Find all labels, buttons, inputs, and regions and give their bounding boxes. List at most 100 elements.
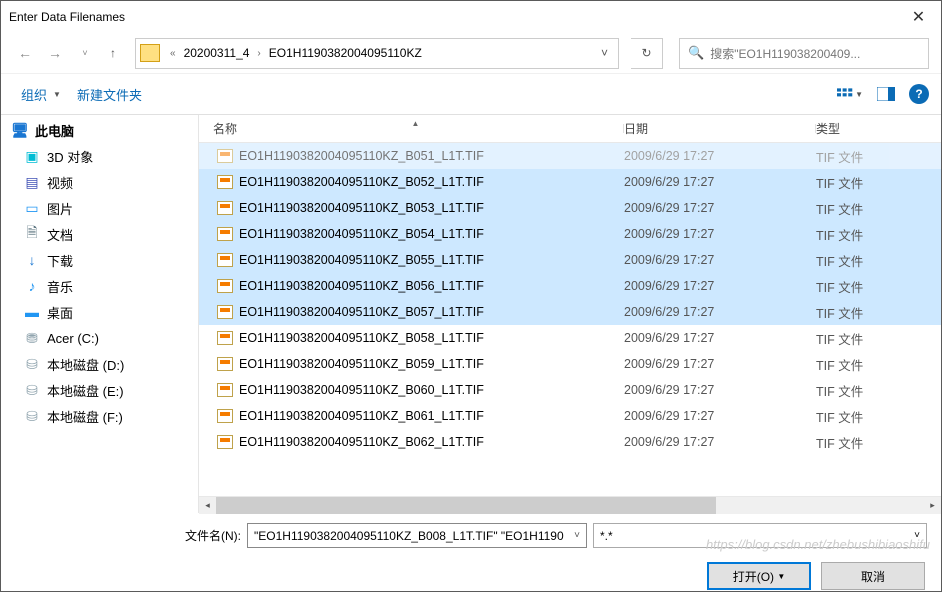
file-row[interactable]: EO1H1190382004095110KZ_B059_L1T.TIF 2009/… bbox=[199, 351, 941, 377]
window-title: Enter Data Filenames bbox=[9, 10, 896, 24]
file-name: EO1H1190382004095110KZ_B051_L1T.TIF bbox=[239, 149, 484, 163]
file-date: 2009/6/29 17:27 bbox=[624, 201, 816, 215]
file-type: TIF 文件 bbox=[816, 355, 941, 374]
tif-file-icon bbox=[217, 357, 233, 371]
file-type: TIF 文件 bbox=[816, 147, 941, 166]
breadcrumb-dropdown[interactable]: ˅ bbox=[595, 46, 614, 60]
cancel-button[interactable]: 取消 bbox=[821, 562, 925, 590]
file-date: 2009/6/29 17:27 bbox=[624, 149, 816, 163]
ic-drive-icon: ⛁ bbox=[23, 382, 41, 398]
file-type: TIF 文件 bbox=[816, 433, 941, 452]
col-date[interactable]: 日期 bbox=[624, 120, 816, 137]
chevron-down-icon: ▼ bbox=[53, 90, 61, 99]
file-name: EO1H1190382004095110KZ_B061_L1T.TIF bbox=[239, 409, 484, 423]
tree-item[interactable]: ♪音乐 bbox=[1, 273, 198, 299]
file-date: 2009/6/29 17:27 bbox=[624, 279, 816, 293]
file-row[interactable]: EO1H1190382004095110KZ_B057_L1T.TIF 2009/… bbox=[199, 299, 941, 325]
view-options-button[interactable]: ▼ bbox=[837, 83, 863, 105]
ic-music-icon: ♪ bbox=[23, 278, 41, 294]
file-name: EO1H1190382004095110KZ_B055_L1T.TIF bbox=[239, 253, 484, 267]
ic-dl-icon: ↓ bbox=[23, 252, 41, 268]
file-row[interactable]: EO1H1190382004095110KZ_B060_L1T.TIF2009/… bbox=[199, 377, 941, 403]
scroll-thumb[interactable] bbox=[216, 497, 716, 514]
file-name: EO1H1190382004095110KZ_B056_L1T.TIF bbox=[239, 279, 484, 293]
file-row[interactable]: EO1H1190382004095110KZ_B055_L1T.TIF 2009/… bbox=[199, 247, 941, 273]
search-input[interactable]: 🔍 搜索"EO1H119038200409... bbox=[679, 38, 929, 69]
tif-file-icon bbox=[217, 279, 233, 293]
search-placeholder: 搜索"EO1H119038200409... bbox=[710, 45, 860, 62]
recent-dropdown[interactable]: ˅ bbox=[73, 41, 97, 65]
breadcrumb-overflow[interactable]: « bbox=[164, 48, 182, 59]
ic-pic-icon: ▭ bbox=[23, 200, 41, 216]
filename-input[interactable]: "EO1H1190382004095110KZ_B008_L1T.TIF" "E… bbox=[247, 523, 587, 548]
tree-item[interactable]: ⛁本地磁盘 (F:) bbox=[1, 403, 198, 429]
forward-button[interactable]: → bbox=[43, 41, 67, 65]
file-row[interactable]: EO1H1190382004095110KZ_B056_L1T.TIF 2009/… bbox=[199, 273, 941, 299]
file-type: TIF 文件 bbox=[816, 199, 941, 218]
tree-item[interactable]: ⛃Acer (C:) bbox=[1, 325, 198, 351]
scroll-left-button[interactable]: ◂ bbox=[199, 497, 216, 514]
ic-video-icon: ▤ bbox=[23, 174, 41, 190]
preview-pane-button[interactable] bbox=[873, 83, 899, 105]
toolbar: 组织 ▼ 新建文件夹 ▼ ? bbox=[1, 73, 941, 115]
title-bar: Enter Data Filenames ✕ bbox=[1, 1, 941, 33]
file-date: 2009/6/29 17:27 bbox=[624, 383, 816, 397]
tree-this-pc[interactable]: 🖥 此电脑 bbox=[1, 117, 198, 143]
file-type: TIF 文件 bbox=[816, 251, 941, 270]
scroll-right-button[interactable]: ▸ bbox=[924, 497, 941, 514]
tree-item[interactable]: ▤视频 bbox=[1, 169, 198, 195]
file-row[interactable]: EO1H1190382004095110KZ_B058_L1T.TIF2009/… bbox=[199, 325, 941, 351]
file-name: EO1H1190382004095110KZ_B058_L1T.TIF bbox=[239, 331, 484, 345]
tif-file-icon bbox=[217, 201, 233, 215]
filename-label: 文件名(N): bbox=[185, 527, 241, 544]
back-button[interactable]: ← bbox=[13, 41, 37, 65]
col-type[interactable]: 类型 bbox=[816, 120, 941, 137]
file-row[interactable]: EO1H1190382004095110KZ_B062_L1T.TIF2009/… bbox=[199, 429, 941, 455]
tree-item[interactable]: ↓下载 bbox=[1, 247, 198, 273]
horizontal-scrollbar[interactable]: ◂ ▸ bbox=[199, 496, 941, 513]
tree-item[interactable]: ▭图片 bbox=[1, 195, 198, 221]
tree-item[interactable]: ⛁本地磁盘 (D:) bbox=[1, 351, 198, 377]
filter-select[interactable]: *.* ˅ bbox=[593, 523, 927, 548]
file-date: 2009/6/29 17:27 bbox=[624, 435, 816, 449]
file-row[interactable]: EO1H1190382004095110KZ_B061_L1T.TIF2009/… bbox=[199, 403, 941, 429]
file-name: EO1H1190382004095110KZ_B059_L1T.TIF bbox=[239, 357, 484, 371]
tif-file-icon bbox=[217, 227, 233, 241]
breadcrumb-seg-1[interactable]: 20200311_4 bbox=[182, 46, 252, 60]
tree-item[interactable]: 🗎文档 bbox=[1, 221, 198, 247]
refresh-button[interactable]: ↻ bbox=[631, 38, 663, 69]
file-name: EO1H1190382004095110KZ_B054_L1T.TIF bbox=[239, 227, 484, 241]
file-row[interactable]: EO1H1190382004095110KZ_B051_L1T.TIF 2009/… bbox=[199, 143, 941, 169]
organize-button[interactable]: 组织 ▼ bbox=[13, 81, 69, 108]
tif-file-icon bbox=[217, 175, 233, 189]
file-date: 2009/6/29 17:27 bbox=[624, 227, 816, 241]
file-row[interactable]: EO1H1190382004095110KZ_B053_L1T.TIF2009/… bbox=[199, 195, 941, 221]
nav-tree[interactable]: 🖥 此电脑 ▣3D 对象▤视频▭图片🗎文档↓下载♪音乐▬桌面⛃Acer (C:)… bbox=[1, 115, 199, 513]
file-date: 2009/6/29 17:27 bbox=[624, 305, 816, 319]
new-folder-button[interactable]: 新建文件夹 bbox=[69, 81, 150, 108]
file-type: TIF 文件 bbox=[816, 303, 941, 322]
split-arrow-icon: ▼ bbox=[777, 572, 785, 581]
file-date: 2009/6/29 17:27 bbox=[624, 253, 816, 267]
tif-file-icon bbox=[217, 305, 233, 319]
close-button[interactable]: ✕ bbox=[896, 1, 941, 33]
file-type: TIF 文件 bbox=[816, 225, 941, 244]
tree-item[interactable]: ▣3D 对象 bbox=[1, 143, 198, 169]
file-date: 2009/6/29 17:27 bbox=[624, 357, 816, 371]
up-button[interactable]: ↑ bbox=[103, 43, 123, 63]
breadcrumb-seg-2[interactable]: EO1H1190382004095110KZ bbox=[267, 46, 424, 60]
breadcrumb[interactable]: « 20200311_4 › EO1H1190382004095110KZ ˅ bbox=[135, 38, 619, 69]
file-row[interactable]: EO1H1190382004095110KZ_B052_L1T.TIF2009/… bbox=[199, 169, 941, 195]
nav-bar: ← → ˅ ↑ « 20200311_4 › EO1H1190382004095… bbox=[1, 33, 941, 73]
tif-file-icon bbox=[217, 331, 233, 345]
help-button[interactable]: ? bbox=[909, 84, 929, 104]
col-name[interactable]: ▲ 名称 bbox=[199, 120, 624, 137]
chevron-down-icon[interactable]: ˅ bbox=[574, 530, 580, 541]
file-row[interactable]: EO1H1190382004095110KZ_B054_L1T.TIF 2009/… bbox=[199, 221, 941, 247]
open-button[interactable]: 打开(O) ▼ bbox=[707, 562, 811, 590]
tif-file-icon bbox=[217, 149, 233, 163]
file-name: EO1H1190382004095110KZ_B057_L1T.TIF bbox=[239, 305, 484, 319]
file-type: TIF 文件 bbox=[816, 173, 941, 192]
tree-item[interactable]: ⛁本地磁盘 (E:) bbox=[1, 377, 198, 403]
tree-item[interactable]: ▬桌面 bbox=[1, 299, 198, 325]
